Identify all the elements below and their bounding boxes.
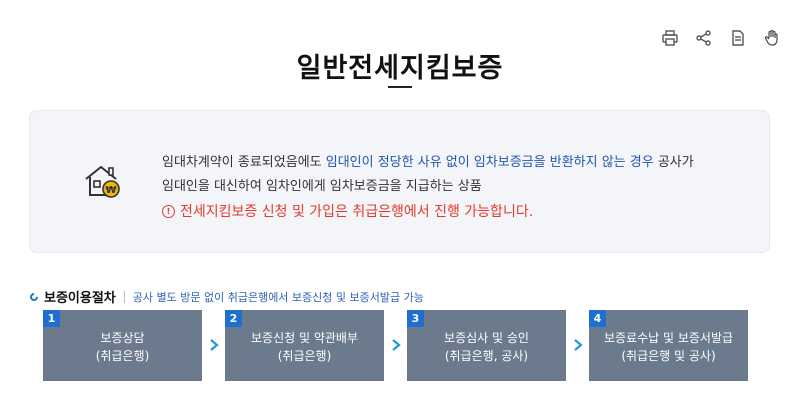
chevron-right-icon [206,337,222,353]
page-toolbar [660,28,782,48]
desc-line2: 임대인을 대신하여 임차인에게 임차보증금을 지급하는 상품 [162,179,482,194]
step-sublabel: (취급은행, 공사) [444,349,529,363]
warning-text: 전세지킴보증 신청 및 가입은 취급은행에서 진행 가능합니다. [180,204,534,220]
divider [123,290,125,303]
section-bullet-icon [28,290,40,303]
document-button[interactable] [728,28,748,48]
step-number: 4 [589,310,606,327]
info-box: ₩ 임대차계약이 종료되었음에도 임대인이 정당한 사유 없이 임차보증금을 반… [29,110,770,253]
product-description: 임대차계약이 종료되었음에도 임대인이 정당한 사유 없이 임차보증금을 반환하… [162,151,694,199]
step-card: 1 보증상담 (취급은행) [43,310,202,381]
step-sublabel: (취급은행 및 공사) [621,349,716,363]
step-label: 보증신청 및 약관배부 [251,331,358,345]
print-button[interactable] [660,28,680,48]
step-sublabel: (취급은행) [95,349,150,363]
share-icon [696,30,711,46]
hand-button[interactable] [762,28,782,48]
chevron-right-icon [570,337,586,353]
desc-line1-a: 임대차계약이 종료되었음에도 [162,155,326,170]
procedure-title: 보증이용절차 [44,291,116,306]
document-icon [732,30,744,46]
step-card: 4 보증료수납 및 보증서발급 (취급은행 및 공사) [589,310,748,381]
procedure-subtitle: 공사 별도 방문 없이 취급은행에서 보증신청 및 보증서발급 가능 [132,290,424,304]
share-button[interactable] [694,28,714,48]
step-label: 보증상담 [100,331,145,345]
desc-line1-highlight: 임대인이 정당한 사유 없이 임차보증금을 반환하지 않는 경우 [325,155,654,170]
procedure-header: 보증이용절차 공사 별도 방문 없이 취급은행에서 보증신청 및 보증서발급 가… [28,287,424,306]
page-title: 일반전세지킴보증 [296,53,504,84]
step-card: 3 보증심사 및 승인 (취급은행, 공사) [407,310,566,381]
step-number: 1 [43,310,60,327]
print-icon [662,30,678,46]
step-sublabel: (취급은행) [277,349,332,363]
warning-notice: ! 전세지킴보증 신청 및 가입은 취급은행에서 진행 가능합니다. [162,201,533,221]
warning-icon: ! [162,204,175,218]
step-card: 2 보증신청 및 약관배부 (취급은행) [225,310,384,381]
hand-pointer-icon [764,29,778,46]
step-label: 보증심사 및 승인 [444,331,529,345]
step-label: 보증료수납 및 보증서발급 [603,331,734,345]
house-coin-icon: ₩ [85,166,120,198]
chevron-right-icon [388,337,404,353]
svg-text:₩: ₩ [105,185,116,196]
step-number: 3 [407,310,424,327]
step-number: 2 [225,310,242,327]
desc-line1-b: 공사가 [653,155,694,170]
title-underline [388,86,412,88]
